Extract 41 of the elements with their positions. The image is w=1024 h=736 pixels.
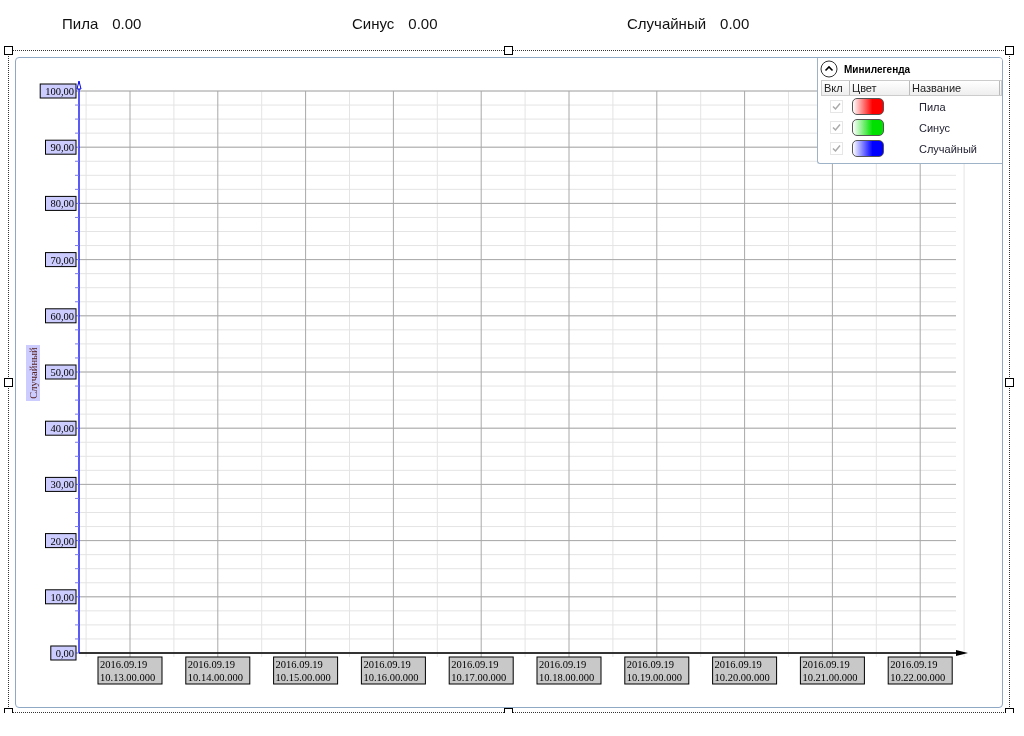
series-name: Синус bbox=[919, 121, 952, 134]
y-tick-label: 20,00 bbox=[45, 533, 77, 549]
resize-handle[interactable] bbox=[4, 378, 13, 387]
indicator-value: 0.00 bbox=[112, 14, 142, 32]
x-tick-label: 2016.09.19 10.17.00.000 bbox=[448, 656, 514, 685]
y-tick-label: 0,00 bbox=[50, 645, 77, 661]
x-tick-label: 2016.09.19 10.13.00.000 bbox=[97, 656, 163, 685]
y-axis-title: Случайный bbox=[26, 345, 40, 401]
x-tick-label: 2016.09.19 10.15.00.000 bbox=[273, 656, 339, 685]
column-header[interactable]: Цвет bbox=[850, 81, 910, 95]
indicator-label: Случайный bbox=[627, 14, 707, 32]
y-tick-label: 30,00 bbox=[45, 476, 77, 492]
indicator-value: 0.00 bbox=[720, 14, 750, 32]
indicator-label: Синус bbox=[352, 14, 395, 32]
y-tick-label: 10,00 bbox=[45, 589, 77, 605]
y-tick-label: 100,00 bbox=[39, 83, 77, 99]
column-header[interactable]: Название bbox=[910, 81, 1000, 95]
resize-handle[interactable] bbox=[504, 46, 513, 55]
resize-handle[interactable] bbox=[1005, 46, 1014, 55]
series-name: Пила bbox=[919, 100, 947, 113]
indicator-value: 0.00 bbox=[408, 14, 438, 32]
y-tick-label: 50,00 bbox=[45, 364, 77, 380]
y-tick-label: 90,00 bbox=[45, 139, 77, 155]
x-tick-label: 2016.09.19 10.14.00.000 bbox=[185, 656, 251, 685]
indicator-label: Пила bbox=[62, 14, 99, 32]
y-tick-label: 60,00 bbox=[45, 308, 77, 324]
y-tick-label: 70,00 bbox=[45, 252, 77, 268]
column-header[interactable]: Вкл bbox=[822, 81, 850, 95]
resize-handle[interactable] bbox=[4, 46, 13, 55]
x-tick-label: 2016.09.19 10.18.00.000 bbox=[536, 656, 602, 685]
y-tick-label: 80,00 bbox=[45, 195, 77, 211]
series-name: Случайный bbox=[919, 142, 978, 155]
collapse-icon[interactable] bbox=[820, 60, 838, 78]
x-tick-label: 2016.09.19 10.22.00.000 bbox=[887, 656, 953, 685]
x-tick-label: 2016.09.19 10.21.00.000 bbox=[799, 656, 865, 685]
x-tick-label: 2016.09.19 10.20.00.000 bbox=[712, 656, 778, 685]
legend-title: Минилегенда bbox=[844, 63, 911, 75]
x-tick-label: 2016.09.19 10.16.00.000 bbox=[360, 656, 426, 685]
x-tick-label: 2016.09.19 10.19.00.000 bbox=[624, 656, 690, 685]
y-tick-label: 40,00 bbox=[45, 420, 77, 436]
resize-handle[interactable] bbox=[1005, 378, 1014, 387]
